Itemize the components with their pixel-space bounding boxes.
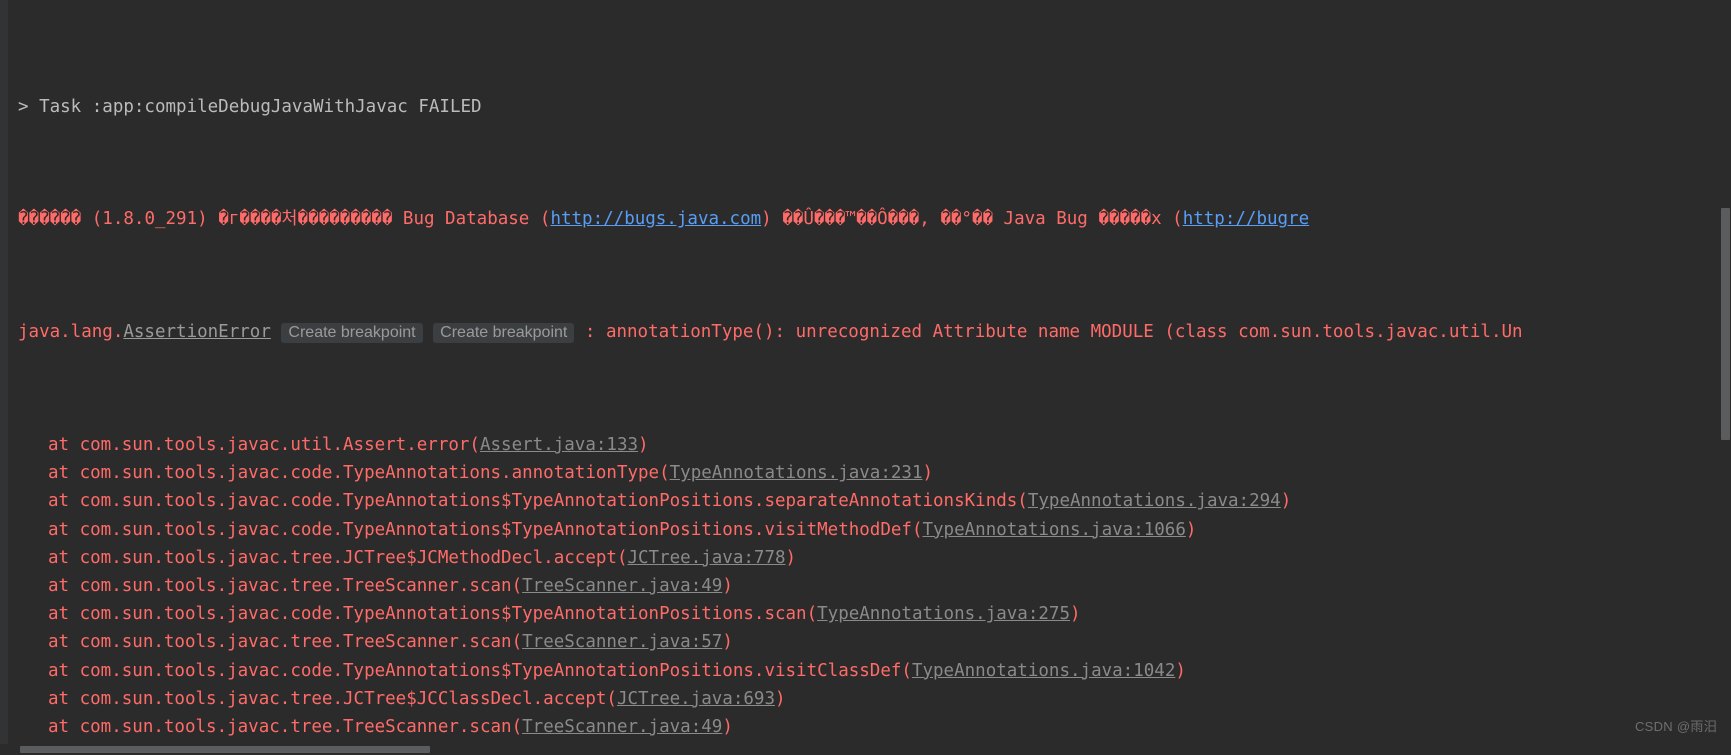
stack-trace-list: at com.sun.tools.javac.util.Assert.error… — [0, 431, 1731, 755]
exception-space-2 — [423, 322, 434, 342]
stack-frame-close-paren: ) — [1070, 604, 1081, 625]
stack-frame-method: at com.sun.tools.javac.code.TypeAnnotati… — [48, 604, 818, 625]
stack-frame-file-link[interactable]: TreeScanner.java:49 — [522, 576, 722, 596]
build-output-console[interactable]: > Task :app:compileDebugJavaWithJavac FA… — [0, 0, 1731, 755]
jdk-version: (1.8.0_291) — [91, 209, 208, 230]
stack-frame-file-link[interactable]: TreeScanner.java:49 — [522, 717, 722, 737]
vertical-scrollbar-thumb[interactable] — [1721, 208, 1730, 440]
stack-frame-close-paren: ) — [722, 632, 733, 653]
stack-frame-method: at com.sun.tools.javac.code.TypeAnnotati… — [48, 660, 912, 681]
stack-trace-line: at com.sun.tools.javac.code.TypeAnnotati… — [0, 459, 1731, 487]
exception-message: annotationType(): unrecognized Attribute… — [605, 322, 1523, 343]
stack-frame-close-paren: ) — [638, 435, 649, 455]
notice-space-6 — [930, 209, 941, 229]
stack-frame-file-link[interactable]: Assert.java:133 — [480, 435, 638, 455]
stack-trace-line: at com.sun.tools.javac.tree.TreeScanner.… — [0, 572, 1731, 600]
horizontal-scrollbar-track[interactable] — [0, 744, 1717, 755]
notice-space-7 — [993, 209, 1004, 229]
stack-frame-file-link[interactable]: TypeAnnotations.java:275 — [817, 604, 1070, 624]
stack-frame-method: at com.sun.tools.javac.tree.TreeScanner.… — [48, 716, 523, 737]
stack-frame-method: at com.sun.tools.javac.code.TypeAnnotati… — [48, 519, 923, 540]
exception-separator: : — [574, 322, 606, 343]
stack-trace-line: at com.sun.tools.javac.code.TypeAnnotati… — [0, 600, 1731, 628]
exception-space-1 — [271, 322, 282, 342]
stack-trace-line: at com.sun.tools.javac.util.Assert.error… — [0, 431, 1731, 459]
bugreport-link[interactable]: http://bugre — [1183, 209, 1309, 229]
stack-frame-file-link[interactable]: JCTree.java:693 — [617, 689, 775, 709]
stack-frame-file-link[interactable]: TypeAnnotations.java:294 — [1028, 491, 1281, 511]
stack-frame-file-link[interactable]: TypeAnnotations.java:1042 — [912, 661, 1175, 681]
notice-mojibake-5: �����x — [1098, 209, 1162, 230]
stack-frame-close-paren: ) — [1185, 519, 1197, 540]
notice-mojibake-3: ��Û���™��Ô���, — [782, 209, 930, 230]
stack-trace-line: at com.sun.tools.javac.tree.JCTree$JCMet… — [0, 544, 1731, 572]
stack-frame-method: at com.sun.tools.javac.tree.TreeScanner.… — [48, 575, 523, 596]
create-breakpoint-badge-1[interactable]: Create breakpoint — [281, 323, 423, 344]
vertical-scrollbar-track[interactable] — [1717, 0, 1731, 755]
stack-frame-close-paren: ) — [922, 463, 934, 484]
stack-frame-close-paren: ) — [775, 688, 786, 709]
stack-frame-file-link[interactable]: TypeAnnotations.java:231 — [670, 463, 923, 483]
notice-space-8 — [1088, 209, 1099, 229]
stack-frame-close-paren: ) — [722, 575, 733, 596]
java-bug-label: Java Bug — [1003, 209, 1088, 230]
notice-space-5 — [772, 209, 783, 229]
notice-mojibake-1: ������ — [18, 209, 82, 230]
notice-mojibake-4: ��°�� — [940, 209, 993, 230]
horizontal-scrollbar-thumb[interactable] — [20, 746, 430, 753]
stack-frame-close-paren: ) — [722, 716, 733, 737]
stack-trace-line: at com.sun.tools.javac.tree.JCTree$JCCla… — [0, 685, 1731, 713]
notice-space-1 — [81, 209, 92, 229]
stack-trace-line: at com.sun.tools.javac.tree.TreeScanner.… — [0, 713, 1731, 741]
stack-trace-line: at com.sun.tools.javac.code.TypeAnnotati… — [0, 516, 1731, 544]
stack-frame-file-link[interactable]: TypeAnnotations.java:1066 — [922, 520, 1185, 540]
stack-frame-close-paren: ) — [1175, 660, 1186, 681]
notice-open-paren: ( — [539, 209, 551, 230]
stack-trace-line: at com.sun.tools.javac.code.TypeAnnotati… — [0, 487, 1731, 515]
bug-database-label: Bug Database — [402, 209, 530, 230]
csdn-watermark: CSDN @雨汨 — [1634, 718, 1717, 734]
notice-open-paren-2: ( — [1172, 209, 1183, 230]
exception-class-link[interactable]: AssertionError — [123, 322, 271, 342]
exception-line: java.lang.AssertionError Create breakpoi… — [0, 318, 1731, 346]
stack-frame-close-paren: ) — [785, 547, 797, 568]
task-header-line: > Task :app:compileDebugJavaWithJavac FA… — [0, 93, 1731, 121]
stack-frame-method: at com.sun.tools.javac.code.TypeAnnotati… — [48, 463, 670, 484]
task-header-text: > Task :app:compileDebugJavaWithJavac FA… — [18, 96, 482, 117]
bugs-java-com-link[interactable]: http://bugs.java.com — [550, 209, 761, 229]
stack-frame-file-link[interactable]: JCTree.java:778 — [627, 548, 785, 568]
stack-frame-method: at com.sun.tools.javac.code.TypeAnnotati… — [48, 491, 1028, 512]
notice-space-9 — [1162, 209, 1173, 229]
stack-frame-method: at com.sun.tools.javac.util.Assert.error… — [48, 435, 480, 455]
create-breakpoint-badge-2[interactable]: Create breakpoint — [433, 323, 575, 344]
stack-frame-close-paren: ) — [1280, 491, 1292, 512]
notice-space-2 — [208, 209, 219, 229]
stack-frame-method: at com.sun.tools.javac.tree.JCTree$JCMet… — [48, 547, 628, 568]
stack-frame-method: at com.sun.tools.javac.tree.TreeScanner.… — [48, 632, 523, 653]
notice-space-3 — [392, 209, 403, 229]
notice-line: ������ (1.8.0_291) �г����처��������� Bug … — [0, 205, 1731, 233]
stack-frame-method: at com.sun.tools.javac.tree.JCTree$JCCla… — [48, 688, 617, 709]
stack-trace-line: at com.sun.tools.javac.code.TypeAnnotati… — [0, 657, 1731, 685]
stack-frame-file-link[interactable]: TreeScanner.java:57 — [522, 632, 722, 652]
stack-trace-line: at com.sun.tools.javac.tree.TreeScanner.… — [0, 628, 1731, 656]
console-lines: > Task :app:compileDebugJavaWithJavac FA… — [0, 8, 1731, 755]
notice-mojibake-2: �г����처��������� — [218, 209, 393, 230]
exception-package: java.lang. — [18, 322, 124, 343]
notice-space-4 — [529, 209, 540, 229]
notice-close-paren: ) — [761, 209, 772, 230]
